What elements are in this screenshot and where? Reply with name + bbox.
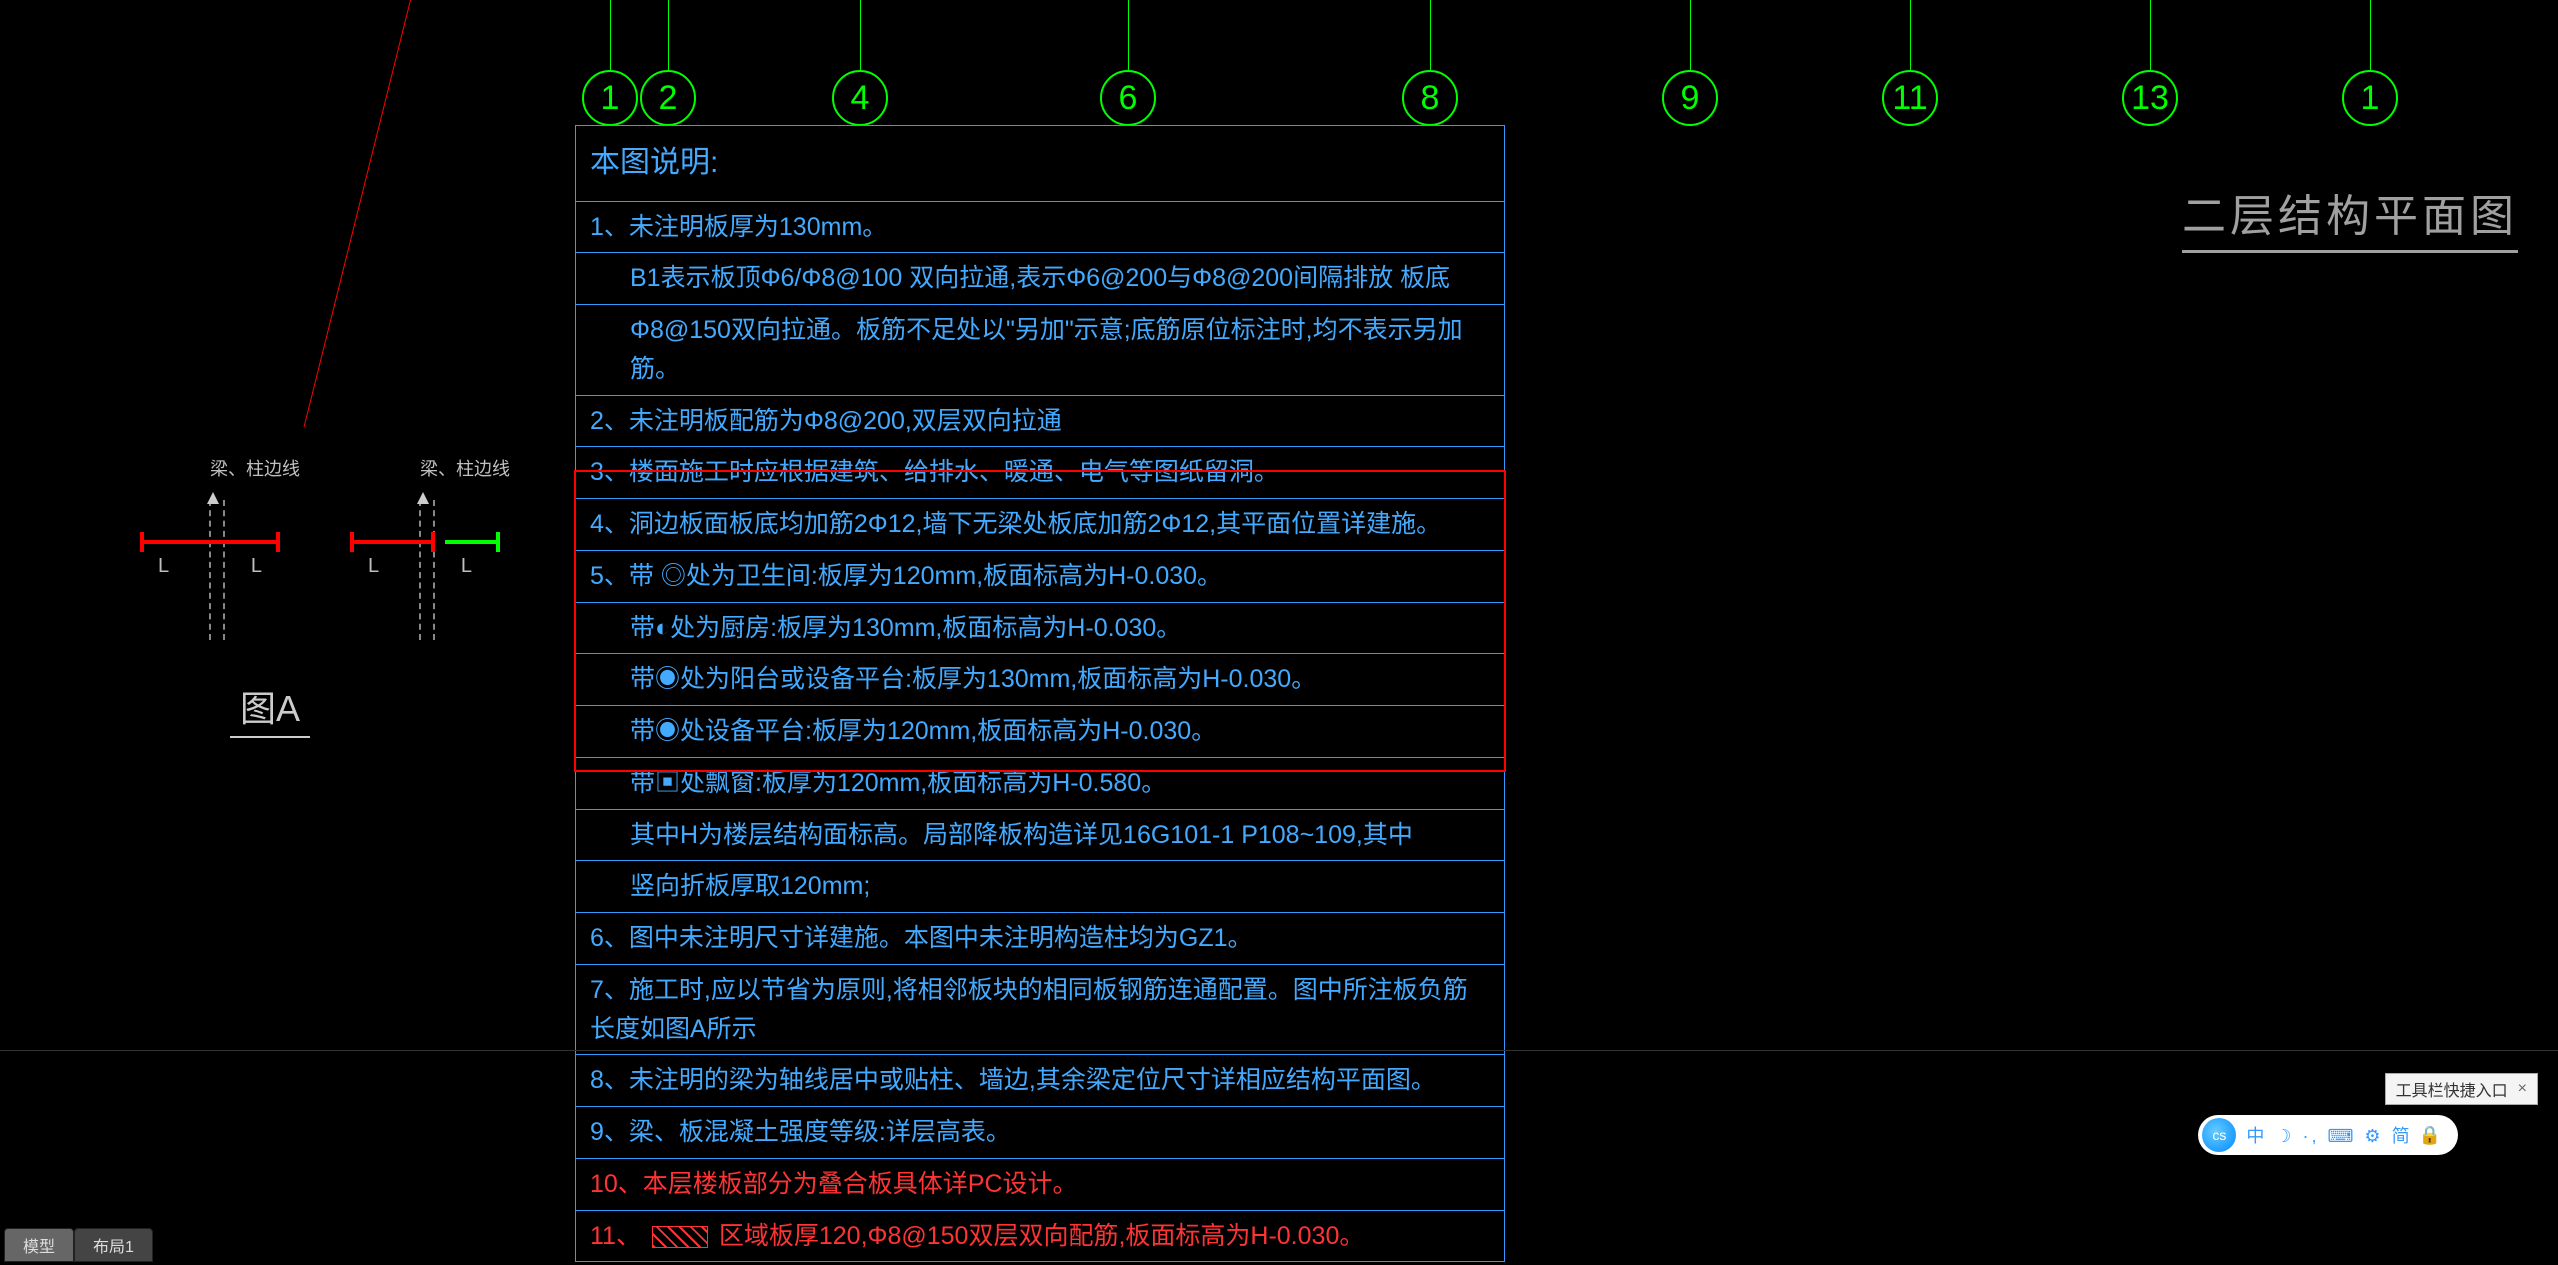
dim-L-left: L: [368, 555, 379, 578]
cad-canvas[interactable]: 12468911131 二层结构平面图 梁、柱边线 L L 梁、柱边线 L L …: [0, 0, 2558, 1265]
grid-bubble-1: 1: [582, 70, 638, 126]
note-row: 9、梁、板混凝土强度等级:详层高表。: [576, 1106, 1504, 1158]
note-row: 3、楼面施工时应根据建筑、给排水、暖通、电气等图纸留洞。: [576, 446, 1504, 498]
note-row: 带◉处为阳台或设备平台:板厚为130mm,板面标高为H-0.030。: [576, 653, 1504, 705]
note-row: 带▣处飘窗:板厚为120mm,板面标高为H-0.580。: [576, 757, 1504, 809]
note-row: 带◐处为厨房:板厚为130mm,板面标高为H-0.030。: [576, 602, 1504, 654]
hatch-icon: [652, 1226, 708, 1248]
grid-bubble-8: 8: [1402, 70, 1458, 126]
legend-beam-label: 梁、柱边线: [420, 455, 510, 481]
notes-title: 本图说明:: [576, 126, 1504, 201]
note-row: 11、 区域板厚120,Φ8@150双层双向配筋,板面标高为H-0.030。: [576, 1210, 1504, 1262]
grid-bubble-6: 6: [1100, 70, 1156, 126]
note-row: 10、本层楼板部分为叠合板具体详PC设计。: [576, 1158, 1504, 1210]
leader-line: [304, 0, 411, 427]
ime-logo-icon[interactable]: cs: [2202, 1118, 2236, 1152]
note-row: B1表示板顶Φ6/Φ8@100 双向拉通,表示Φ6@200与Φ8@200间隔排放…: [576, 252, 1504, 304]
grid-line: [668, 0, 669, 70]
ime-status[interactable]: 中 ☽ ·, ⌨ ⚙ 简: [2246, 1122, 2412, 1148]
grid-line: [1128, 0, 1129, 70]
grid-bubble-11: 11: [1882, 70, 1938, 126]
grid-bubble-9: 9: [1662, 70, 1718, 126]
ime-toolbar[interactable]: cs 中 ☽ ·, ⌨ ⚙ 简 🔒: [2198, 1115, 2458, 1155]
grid-line: [860, 0, 861, 70]
grid-bubble-1: 1: [2342, 70, 2398, 126]
legend-diagram-a: 梁、柱边线 L L: [140, 480, 280, 650]
grid-line: [1430, 0, 1431, 70]
note-row: 8、未注明的梁为轴线居中或贴柱、墙边,其余梁定位尺寸详相应结构平面图。: [576, 1054, 1504, 1106]
note-11-prefix: 11、: [590, 1222, 641, 1250]
canvas-separator: [0, 1050, 2558, 1051]
tab-model[interactable]: 模型: [4, 1228, 74, 1262]
note-row: 5、带 ◎处为卫生间:板厚为120mm,板面标高为H-0.030。: [576, 550, 1504, 602]
legend-diagram-b: 梁、柱边线 L L: [350, 480, 490, 650]
note-row: 4、洞边板面板底均加筋2Φ12,墙下无梁处板底加筋2Φ12,其平面位置详建施。: [576, 498, 1504, 550]
sheet-tabs: 模型 布局1: [4, 1228, 153, 1262]
note-row: Φ8@150双向拉通。板筋不足处以"另加"示意;底筋原位标注时,均不表示另加筋。: [576, 304, 1504, 395]
grid-line: [610, 0, 611, 70]
note-row: 6、图中未注明尺寸详建施。本图中未注明构造柱均为GZ1。: [576, 912, 1504, 964]
drawing-title: 二层结构平面图: [2182, 180, 2518, 253]
grid-bubble-13: 13: [2122, 70, 2178, 126]
note-row: 2、未注明板配筋为Φ8@200,双层双向拉通: [576, 395, 1504, 447]
legend-title: 图A: [230, 680, 310, 738]
grid-line: [2150, 0, 2151, 70]
grid-line: [2370, 0, 2371, 70]
notes-table: 本图说明: 1、未注明板厚为130mm。 B1表示板顶Φ6/Φ8@100 双向拉…: [575, 125, 1505, 1262]
note-11-text: 区域板厚120,Φ8@150双层双向配筋,板面标高为H-0.030。: [719, 1222, 1365, 1250]
close-icon[interactable]: ×: [2518, 1080, 2527, 1098]
note-row: 竖向折板厚取120mm;: [576, 860, 1504, 912]
tab-layout1[interactable]: 布局1: [74, 1228, 153, 1262]
legend-beam-label: 梁、柱边线: [210, 455, 300, 481]
legend-group: 梁、柱边线 L L 梁、柱边线 L L: [140, 480, 490, 650]
toolbar-shortcut-entry[interactable]: 工具栏快捷入口 ×: [2385, 1073, 2538, 1105]
dim-L-right: L: [251, 555, 262, 578]
dim-L-left: L: [158, 555, 169, 578]
grid-line: [1690, 0, 1691, 70]
dim-L-right: L: [461, 555, 472, 578]
note-row: 带◉处设备平台:板厚为120mm,板面标高为H-0.030。: [576, 705, 1504, 757]
note-row: 其中H为楼层结构面标高。局部降板构造详见16G101-1 P108~109,其中: [576, 809, 1504, 861]
grid-bubble-4: 4: [832, 70, 888, 126]
lock-icon[interactable]: 🔒: [2419, 1125, 2444, 1146]
grid-bubble-2: 2: [640, 70, 696, 126]
grid-line: [1910, 0, 1911, 70]
note-row: 1、未注明板厚为130mm。: [576, 201, 1504, 253]
note-row: 7、施工时,应以节省为原则,将相邻板块的相同板钢筋连通配置。图中所注板负筋长度如…: [576, 964, 1504, 1055]
toolbar-shortcut-label: 工具栏快捷入口: [2396, 1077, 2508, 1101]
